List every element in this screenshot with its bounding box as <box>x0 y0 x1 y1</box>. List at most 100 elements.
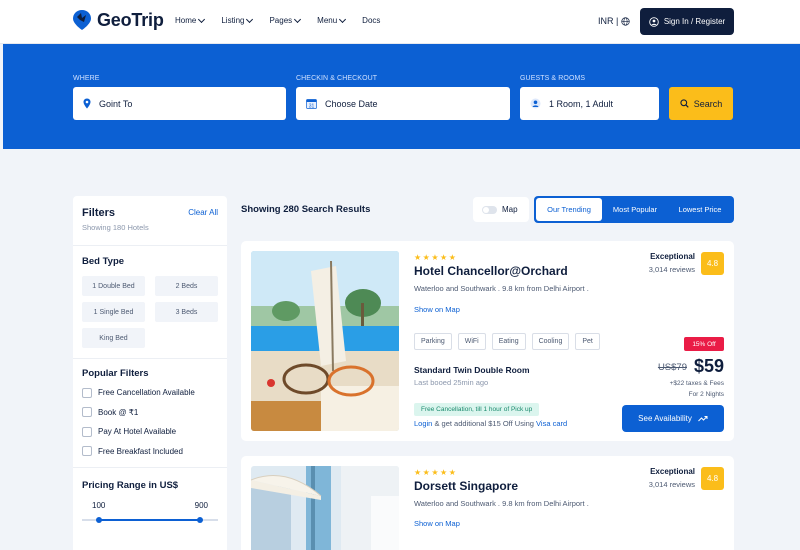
bed-chip[interactable]: 3 Beds <box>155 302 218 322</box>
hotel-card: ★★★★★ Dorsett Singapore Waterloo and Sou… <box>241 456 734 550</box>
hotel-card: ★★★★★ Hotel Chancellor@Orchard Waterloo … <box>241 241 734 441</box>
toggle-switch[interactable] <box>482 205 497 214</box>
guest-avatar-icon <box>530 98 541 109</box>
checkbox[interactable] <box>82 407 92 418</box>
pricing-section: Pricing Range in US$ 100 900 <box>73 468 227 548</box>
amenity-cooling: Cooling <box>531 333 570 350</box>
filter-free-breakfast[interactable]: Free Breakfast Included <box>82 442 218 462</box>
nav-menu-label: Menu <box>317 16 338 25</box>
bed-type-section: Bed Type 1 Double Bed 2 Beds 1 Single Be… <box>73 246 227 359</box>
currency-label: INR | <box>598 16 619 26</box>
nav-docs-label: Docs <box>362 16 381 25</box>
popular-filters-title: Popular Filters <box>82 368 149 379</box>
discount-badge: 15% Off <box>684 337 724 351</box>
clear-all-link[interactable]: Clear All <box>188 208 218 217</box>
score-badge: 4.8 <box>701 252 724 275</box>
review-count: 3,014 reviews <box>648 480 695 489</box>
show-on-map-link[interactable]: Show on Map <box>414 305 460 314</box>
results-count: Showing 280 Search Results <box>241 204 371 215</box>
filter-free-cancellation[interactable]: Free Cancellation Available <box>82 383 218 403</box>
search-button[interactable]: Search <box>669 87 733 120</box>
calendar-icon: 31 <box>306 99 317 109</box>
nav-docs[interactable]: Docs <box>362 16 380 25</box>
login-link[interactable]: Login <box>414 419 432 428</box>
filter-pay-at-hotel[interactable]: Pay At Hotel Available <box>82 422 218 442</box>
nav-menu[interactable]: Menu <box>317 15 347 25</box>
free-cancellation-badge: Free Cancellation, till 1 hour of Pick u… <box>414 403 540 416</box>
map-label: Map <box>502 205 518 214</box>
current-price: $59 <box>693 356 724 376</box>
hotel-photo-image <box>251 251 399 431</box>
user-icon <box>649 16 659 27</box>
see-availability-button[interactable]: See Availability <box>622 405 724 432</box>
show-on-map-link[interactable]: Show on Map <box>414 519 460 528</box>
tab-our-trending[interactable]: Our Trending <box>536 198 602 221</box>
main-nav: Home Listing Pages Menu Docs <box>175 15 397 25</box>
globe-icon <box>621 16 630 26</box>
nav-home[interactable]: Home <box>175 15 206 25</box>
filters-header: Filters Clear All Showing 180 Hotels <box>73 196 227 246</box>
checkbox[interactable] <box>82 426 92 437</box>
tab-most-popular[interactable]: Most Popular <box>602 198 668 221</box>
filter-book-at-1[interactable]: Book @ ₹1 <box>82 403 218 423</box>
checkin-field[interactable]: 31 Choose Date <box>296 87 510 120</box>
logo[interactable]: GeoTrip <box>72 9 164 31</box>
old-price: US$79 <box>657 362 687 373</box>
nav-pages[interactable]: Pages <box>269 15 302 25</box>
filter-label: Book @ ₹1 <box>98 407 139 417</box>
availability-label: See Availability <box>638 414 692 423</box>
price-min-handle[interactable] <box>96 517 102 523</box>
hotel-photo-image <box>251 466 399 550</box>
signin-button[interactable]: Sign In / Register <box>640 8 734 35</box>
price-range-slider[interactable] <box>82 517 218 523</box>
sort-tabs: Our Trending Most Popular Lowest Price <box>534 196 734 223</box>
price-max: 900 <box>194 501 208 510</box>
checkin-value: Choose Date <box>325 98 378 109</box>
bed-chip[interactable]: 2 Beds <box>155 276 218 296</box>
bed-chip[interactable]: 1 Single Bed <box>82 302 145 322</box>
price-max-handle[interactable] <box>197 517 203 523</box>
star-rating: ★★★★★ <box>414 468 458 477</box>
hotel-photo[interactable] <box>251 466 399 550</box>
bed-type-title: Bed Type <box>82 256 125 267</box>
amenity-wifi: WiFi <box>457 333 486 350</box>
nav-listing[interactable]: Listing <box>221 15 254 25</box>
where-field[interactable]: Goint To <box>73 87 286 120</box>
hotel-name[interactable]: Dorsett Singapore <box>414 479 518 493</box>
pricing-title: Pricing Range in US$ <box>82 480 179 491</box>
where-value: Goint To <box>99 98 133 109</box>
checkbox[interactable] <box>82 387 92 398</box>
hotel-location: Waterloo and Southwark . 9.8 km from Del… <box>414 499 589 508</box>
tab-lowest-price[interactable]: Lowest Price <box>668 198 732 221</box>
amenity-eating: Eating <box>491 333 526 350</box>
location-pin-icon <box>83 98 91 109</box>
popular-filters-section: Popular Filters Free Cancellation Availa… <box>73 359 227 468</box>
filters-sidebar: Filters Clear All Showing 180 Hotels Bed… <box>73 196 227 550</box>
hotel-photo[interactable] <box>251 251 399 431</box>
amenity-parking: Parking <box>414 333 452 350</box>
search-icon <box>680 99 689 108</box>
guests-field[interactable]: 1 Room, 1 Adult <box>520 87 659 120</box>
score-badge: 4.8 <box>701 467 724 490</box>
checkbox[interactable] <box>82 446 92 457</box>
login-offer-text: & get additional $15 Off Using <box>432 419 537 428</box>
rating-word: Exceptional <box>650 252 695 261</box>
bed-chip[interactable]: King Bed <box>82 328 145 348</box>
guests-label: GUESTS & ROOMS <box>520 75 586 82</box>
logo-icon <box>73 10 91 30</box>
price-min: 100 <box>92 501 106 510</box>
chevron-down-icon <box>339 15 347 23</box>
visa-link[interactable]: Visa card <box>536 419 567 428</box>
hotel-name[interactable]: Hotel Chancellor@Orchard <box>414 264 568 278</box>
filter-label: Pay At Hotel Available <box>98 427 177 437</box>
bed-chip[interactable]: 1 Double Bed <box>82 276 145 296</box>
filter-label: Free Cancellation Available <box>98 388 195 398</box>
guests-value: 1 Room, 1 Adult <box>549 98 614 109</box>
bed-type-grid: 1 Double Bed 2 Beds 1 Single Bed 3 Beds … <box>82 276 218 348</box>
map-toggle[interactable]: Map <box>473 197 529 222</box>
nav-listing-label: Listing <box>221 16 245 25</box>
where-label: WHERE <box>73 75 100 82</box>
room-type: Standard Twin Double Room <box>414 365 530 375</box>
currency-selector[interactable]: INR | <box>598 16 630 26</box>
chevron-down-icon <box>198 15 206 23</box>
